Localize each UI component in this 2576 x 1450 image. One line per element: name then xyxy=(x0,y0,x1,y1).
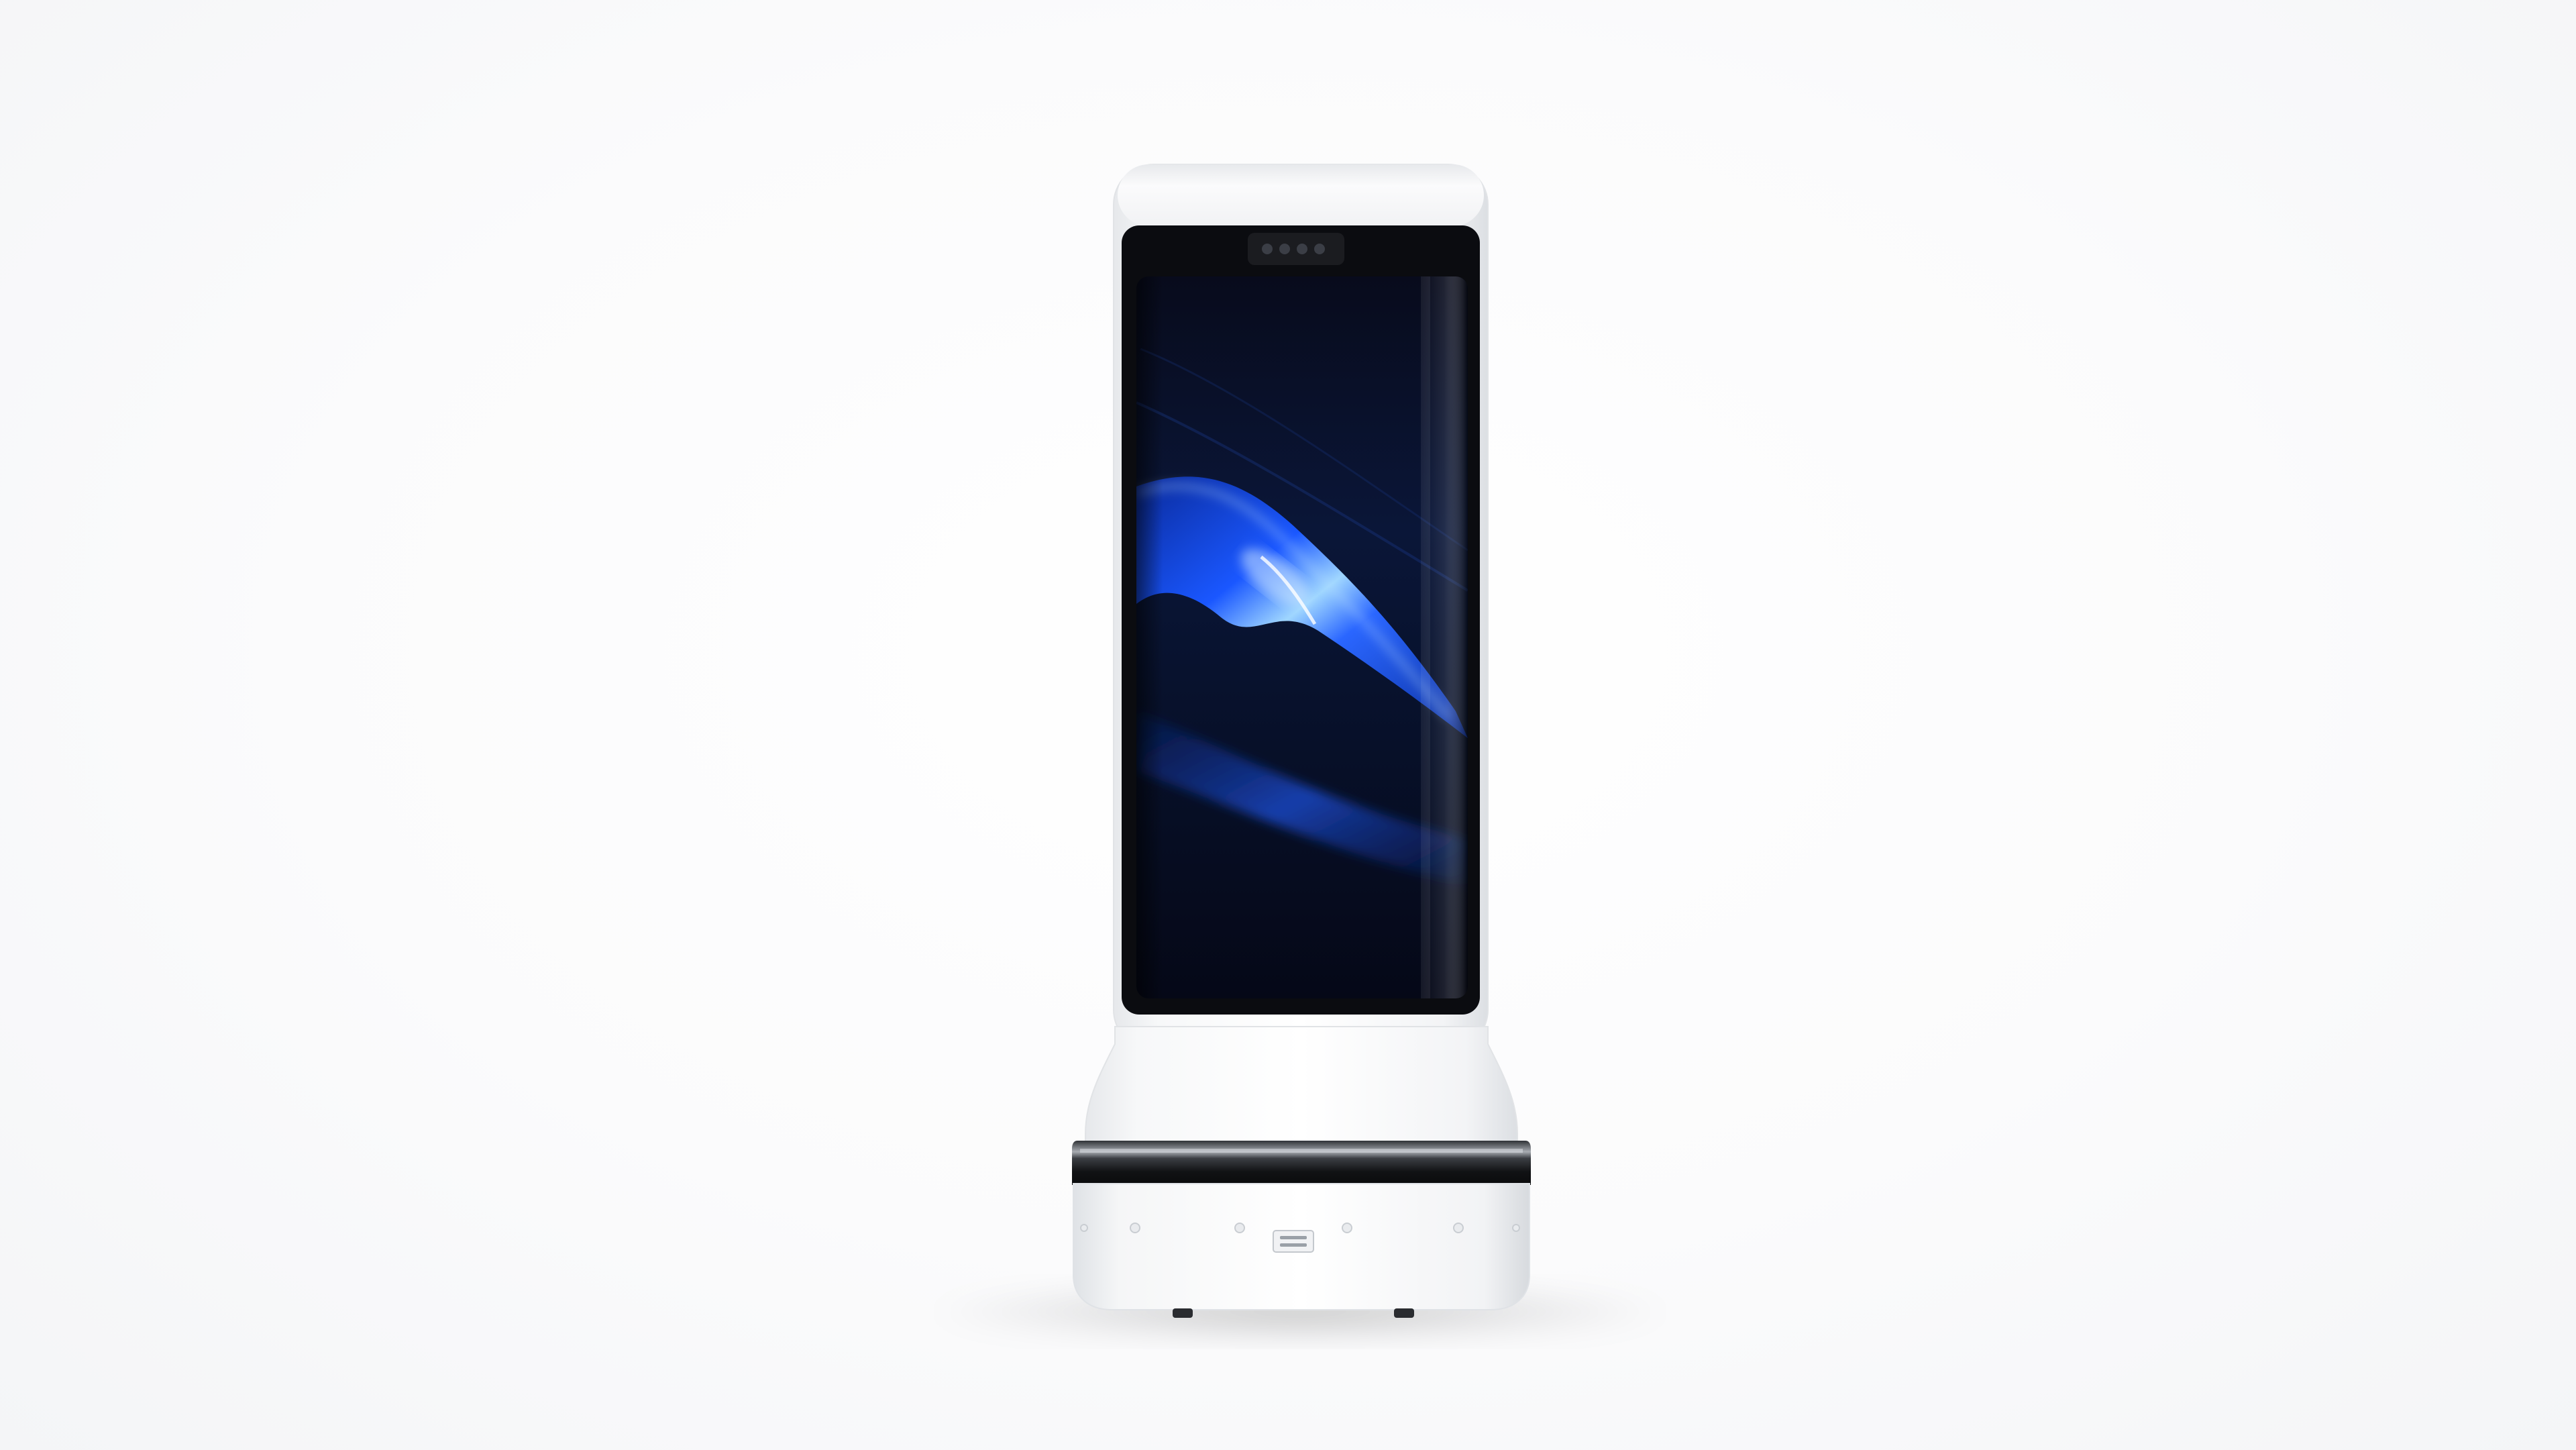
base-neck xyxy=(1085,1026,1518,1145)
robot-illustration xyxy=(924,164,1676,1343)
product-photo xyxy=(0,0,2576,1450)
top-cap xyxy=(1118,164,1484,226)
wheel-right xyxy=(1394,1308,1414,1318)
bumper-band xyxy=(1072,1141,1531,1185)
charging-port-icon xyxy=(1273,1230,1314,1253)
display-screen xyxy=(1136,276,1468,998)
wheel-left xyxy=(1173,1308,1193,1318)
